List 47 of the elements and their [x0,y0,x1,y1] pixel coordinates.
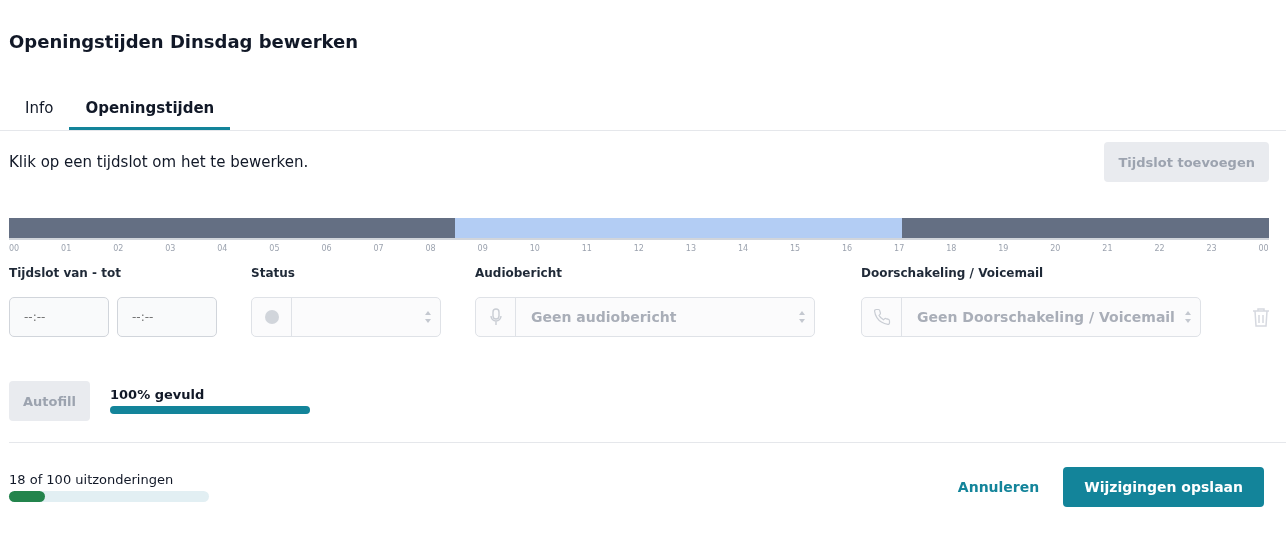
hour-tick-label: 17 [894,244,905,253]
hour-tick-label: 19 [998,244,1009,253]
hour-tick-label: 01 [61,244,72,253]
closed-timeslot[interactable] [9,218,456,238]
cancel-link[interactable]: Annuleren [953,473,1044,501]
hour-tick-label: 11 [581,244,592,253]
tab[interactable]: Info [9,90,70,130]
hour-tick-label: 07 [373,244,384,253]
field-label: Doorschakeling / Voicemail [861,266,1045,280]
hour-tick-label: 20 [1050,244,1061,253]
hour-tick-label: 02 [113,244,124,253]
hour-tick-label: 09 [477,244,488,253]
hour-tick-label: 05 [269,244,280,253]
fill-progress-label: 100% gevuld [110,387,206,402]
dialog-title: Openingstijden Dinsdag bewerken [8,30,360,54]
tab[interactable]: Openingstijden [69,90,231,130]
hour-tick-label: 23 [1206,244,1217,253]
select-arrows-icon [799,311,805,323]
instruction-text: Klik op een tijdslot om het te bewerken. [9,153,309,171]
select-arrows-icon [425,311,431,323]
delete-icon[interactable] [1252,307,1270,327]
hour-tick-label: 14 [737,244,749,253]
hour-tick-label: 15 [789,244,801,253]
select-arrows-icon [1185,311,1191,323]
exceptions-label: 18 of 100 uitzonderingen [9,472,175,487]
field-label: Audiobericht [475,266,563,280]
field-label: Tijdslot van - tot [9,266,122,280]
closed-timeslot[interactable] [902,218,1269,238]
hour-tick-label: 00 [9,244,20,253]
hour-tick-label: 03 [165,244,176,253]
field-label: Status [251,266,296,280]
hour-tick-label: 00 [1258,244,1269,253]
hour-tick-label: 18 [946,244,957,253]
hour-tick-label: 06 [321,244,332,253]
save-button[interactable]: Wijzigingen opslaan [1063,467,1264,507]
status-dot-icon [264,310,279,324]
hour-tick-label: 22 [1154,244,1165,253]
microphone-icon [489,308,502,326]
hour-tick-label: 16 [842,244,853,253]
hour-tick-label: 04 [217,244,228,253]
hour-tick-label: 10 [529,244,540,253]
hour-tick-label: 08 [425,244,436,253]
open-timeslot[interactable] [455,218,903,238]
hour-tick-label: 12 [633,244,644,253]
hour-tick-label: 13 [685,244,696,253]
hour-tick-label: 21 [1102,244,1113,253]
phone-icon [872,308,891,326]
